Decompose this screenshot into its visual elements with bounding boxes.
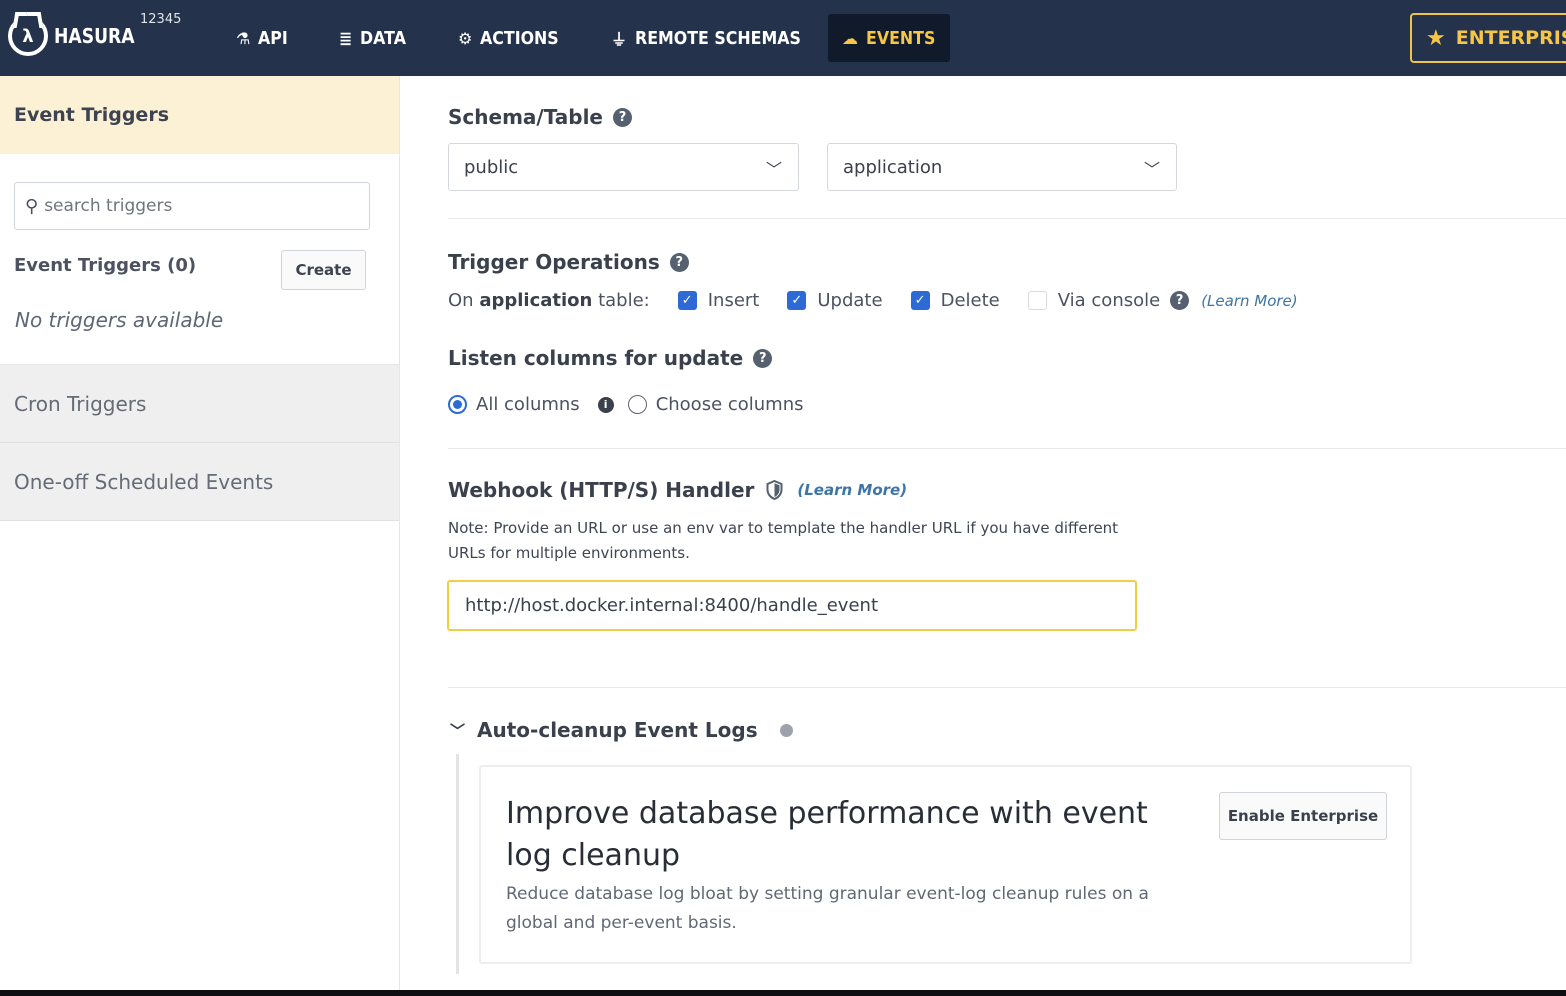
help-icon[interactable]: ? [753, 348, 773, 368]
enterprise-button[interactable]: ★ ENTERPRISE [1410, 13, 1566, 63]
info-icon[interactable]: i [597, 396, 614, 413]
listen-columns-radio-group: All columns i Choose columns [448, 394, 804, 415]
learn-more-link[interactable]: (Learn More) [797, 481, 907, 499]
auto-cleanup-heading[interactable]: ﹀ Auto-cleanup Event Logs [450, 718, 793, 742]
insert-checkbox[interactable]: ✓ [677, 291, 697, 310]
chevron-down-icon: ﹀ [450, 721, 466, 740]
divider [448, 687, 1566, 688]
table-select[interactable]: application ﹀ [827, 143, 1177, 191]
trigger-operations-heading: Trigger Operations ? [448, 250, 689, 274]
promo-title: Improve database performance with event … [506, 796, 1148, 873]
webhook-note: Note: Provide an URL or use an env var t… [448, 519, 1119, 562]
ops-table-name: application [479, 290, 593, 311]
hasura-logo[interactable]: λ HASURA [8, 16, 148, 56]
nav-data[interactable]: ≣ DATA [325, 14, 427, 62]
database-icon: ≣ [339, 28, 353, 48]
nav-remote-schemas[interactable]: ⏚ REMOTE SCHEMAS [597, 14, 838, 62]
trigger-operations-row: On application table: ✓ Insert ✓ Update … [448, 290, 1298, 311]
help-icon[interactable]: ? [1170, 291, 1190, 310]
divider [448, 218, 1566, 219]
help-icon[interactable]: ? [613, 107, 632, 127]
collapse-guide-line [456, 754, 459, 974]
sidebar-heading-event-triggers[interactable]: Event Triggers [0, 76, 399, 154]
main-content: Schema/Table ? public ﹀ application ﹀ Tr… [400, 76, 1566, 990]
create-trigger-button[interactable]: Create [281, 250, 366, 290]
plug-icon: ⏚ [611, 30, 628, 49]
event-triggers-count: Event Triggers (0) [14, 255, 197, 276]
via-console-checkbox[interactable] [1027, 291, 1047, 310]
sidebar: Event Triggers ⚲ search triggers Event T… [0, 76, 400, 990]
star-icon: ★ [1426, 25, 1446, 51]
chevron-down-icon: ﹀ [765, 160, 782, 179]
bottom-edge [0, 990, 1566, 996]
delete-checkbox[interactable]: ✓ [910, 291, 930, 310]
insert-label: Insert [707, 290, 760, 311]
hasura-logo-icon: λ [8, 16, 48, 56]
search-triggers-input[interactable]: ⚲ search triggers [14, 182, 370, 230]
schema-table-heading: Schema/Table ? [448, 105, 632, 129]
chevron-down-icon: ﹀ [1143, 160, 1160, 179]
empty-state-text: No triggers available [15, 308, 224, 332]
project-id: 12345 [140, 12, 182, 27]
nav-actions[interactable]: ⚙ ACTIONS [444, 14, 584, 62]
sidebar-item-cron-triggers[interactable]: Cron Triggers [0, 365, 399, 443]
choose-columns-label: Choose columns [655, 394, 804, 415]
divider [448, 448, 1566, 449]
ops-prefix: On [448, 290, 474, 311]
listen-columns-heading: Listen columns for update ? [448, 346, 773, 370]
choose-columns-radio[interactable] [627, 395, 647, 414]
via-console-label: Via console [1057, 290, 1161, 311]
ops-suffix: table: [598, 290, 650, 311]
webhook-heading: Webhook (HTTP/S) Handler (Learn More) [448, 478, 908, 502]
help-icon[interactable]: ? [669, 252, 689, 272]
update-checkbox[interactable]: ✓ [787, 291, 807, 310]
promo-description: Reduce database log bloat by setting gra… [506, 884, 1149, 933]
nav-api[interactable]: ⚗ API [222, 14, 306, 62]
learn-more-link[interactable]: (Learn More) [1201, 292, 1297, 310]
flask-icon: ⚗ [236, 28, 251, 48]
all-columns-label: All columns [476, 394, 580, 415]
search-icon: ⚲ [25, 195, 39, 217]
update-label: Update [817, 290, 883, 311]
delete-label: Delete [940, 290, 1000, 311]
status-dot [779, 723, 793, 737]
event-triggers-panel: ⚲ search triggers Event Triggers (0) Cre… [0, 154, 399, 365]
cloud-icon: ☁ [842, 28, 858, 48]
search-placeholder: search triggers [44, 196, 173, 216]
brand-name: HASURA [54, 24, 135, 48]
enable-enterprise-button[interactable]: Enable Enterprise [1219, 792, 1387, 840]
nav-events[interactable]: ☁ EVENTS [828, 14, 950, 62]
shield-icon [766, 480, 783, 500]
webhook-url-input[interactable]: http://host.docker.internal:8400/handle_… [447, 580, 1137, 631]
schema-select[interactable]: public ﹀ [448, 143, 799, 191]
all-columns-radio[interactable] [448, 395, 467, 414]
sidebar-item-one-off-scheduled-events[interactable]: One-off Scheduled Events [0, 443, 399, 521]
top-navbar: λ HASURA 12345 ⚗ API ≣ DATA ⚙ ACTIONS ⏚ … [0, 0, 1566, 76]
actions-icon: ⚙ [458, 28, 473, 48]
enterprise-promo-card: Improve database performance with event … [479, 765, 1412, 964]
